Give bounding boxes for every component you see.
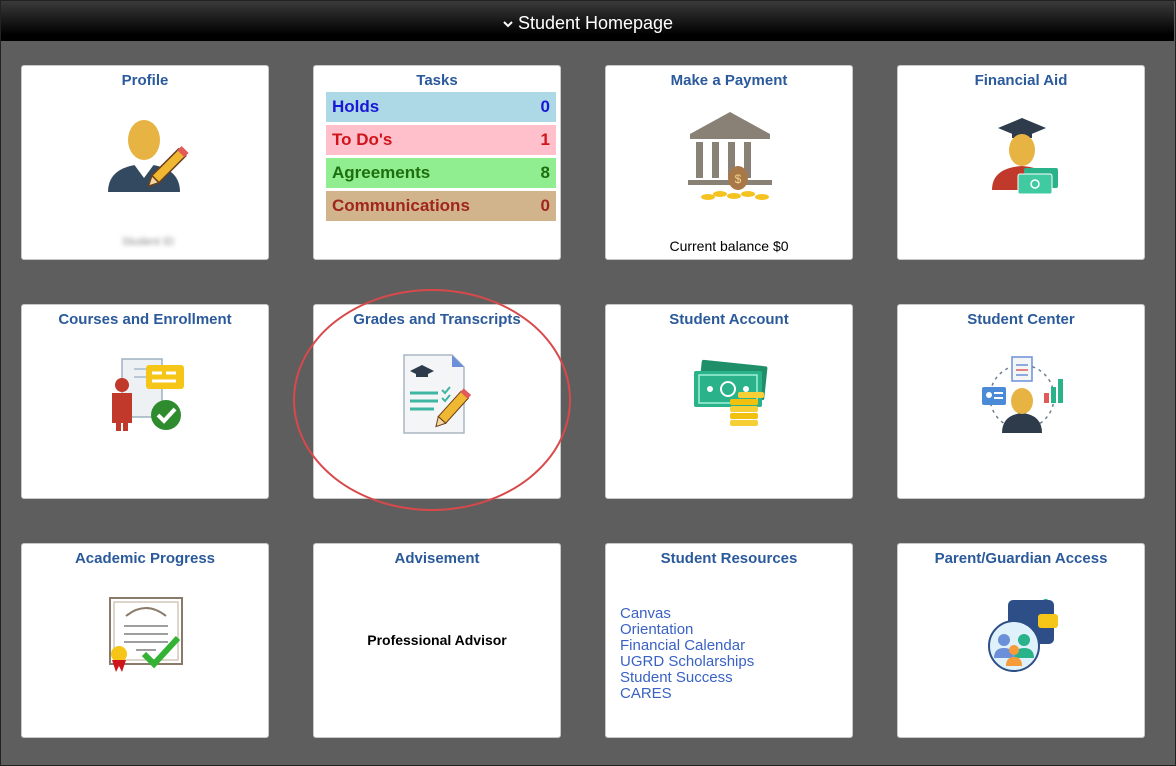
task-row-communications[interactable]: Communications 0 <box>326 191 556 221</box>
task-count: 0 <box>540 196 550 215</box>
link-canvas[interactable]: Canvas <box>620 606 754 622</box>
task-count: 0 <box>540 97 550 116</box>
tile-financial-aid[interactable]: Financial Aid <box>897 65 1145 260</box>
tile-title: Courses and Enrollment <box>58 311 232 328</box>
tile-title: Student Resources <box>660 550 798 567</box>
task-label: Agreements <box>332 163 431 182</box>
enrollment-icon <box>112 358 184 431</box>
tile-title: Advisement <box>394 550 480 567</box>
link-ugrd-scholarships[interactable]: UGRD Scholarships <box>620 654 754 670</box>
page-header[interactable]: Student Homepage <box>1 1 1174 41</box>
tile-title: Grades and Transcripts <box>353 311 521 328</box>
task-label: Communications <box>332 196 470 215</box>
task-count: 1 <box>540 130 550 149</box>
link-cares[interactable]: CARES <box>620 686 754 702</box>
chevron-down-icon <box>503 20 513 27</box>
task-label: Holds <box>332 97 380 116</box>
balance-caption: Current balance $0 <box>669 238 789 254</box>
student-center-icon <box>982 356 1063 433</box>
tile-title: Academic Progress <box>74 550 216 567</box>
tile-title: Student Center <box>967 311 1075 328</box>
tile-parent-guardian-access[interactable]: Parent/Guardian Access <box>897 543 1145 738</box>
task-count: 8 <box>540 163 550 182</box>
page-title: Student Homepage <box>517 13 674 33</box>
graduate-money-icon <box>992 118 1058 195</box>
task-row-agreements[interactable]: Agreements 8 <box>326 158 556 188</box>
tile-title: Student Account <box>669 311 789 328</box>
tile-advisement[interactable]: Advisement Professional Advisor <box>313 543 561 738</box>
svg-text:$: $ <box>735 172 742 186</box>
tile-make-payment[interactable]: Make a Payment $ Current balance $0 <box>605 65 853 260</box>
tile-title: Financial Aid <box>974 72 1068 89</box>
student-id-caption: Student ID <box>122 236 174 248</box>
tile-academic-progress[interactable]: Academic Progress <box>21 543 269 738</box>
link-student-success[interactable]: Student Success <box>620 670 754 686</box>
tile-title: Tasks <box>416 72 458 89</box>
tile-tasks[interactable]: Tasks Holds 0 To Do's 1 Agreements 8 Com… <box>313 65 561 260</box>
diploma-icon <box>109 597 183 672</box>
task-label: To Do's <box>332 130 393 149</box>
advisor-caption: Professional Advisor <box>367 632 507 648</box>
cash-icon <box>694 359 768 426</box>
tile-title: Parent/Guardian Access <box>934 550 1108 567</box>
transcript-icon <box>403 354 472 434</box>
tile-profile[interactable]: Profile Student ID <box>21 65 269 260</box>
tasks-table: Holds 0 To Do's 1 Agreements 8 Communica… <box>326 92 556 224</box>
header-toggle[interactable]: Student Homepage <box>502 13 673 34</box>
link-orientation[interactable]: Orientation <box>620 622 754 638</box>
tile-grades-transcripts[interactable]: Grades and Transcripts <box>313 304 561 499</box>
tile-title: Make a Payment <box>670 72 788 89</box>
task-row-todos[interactable]: To Do's 1 <box>326 125 556 155</box>
link-financial-calendar[interactable]: Financial Calendar <box>620 638 754 654</box>
bank-icon: $ <box>688 112 772 200</box>
task-row-holds[interactable]: Holds 0 <box>326 92 556 122</box>
user-edit-icon <box>108 120 189 192</box>
tile-student-account[interactable]: Student Account <box>605 304 853 499</box>
tile-title: Profile <box>121 72 169 89</box>
resource-links: Canvas Orientation Financial Calendar UG… <box>620 606 754 702</box>
family-wallet-icon <box>988 598 1058 672</box>
tile-student-resources[interactable]: Student Resources Canvas Orientation Fin… <box>605 543 853 738</box>
tile-courses-enrollment[interactable]: Courses and Enrollment <box>21 304 269 499</box>
tile-student-center[interactable]: Student Center <box>897 304 1145 499</box>
